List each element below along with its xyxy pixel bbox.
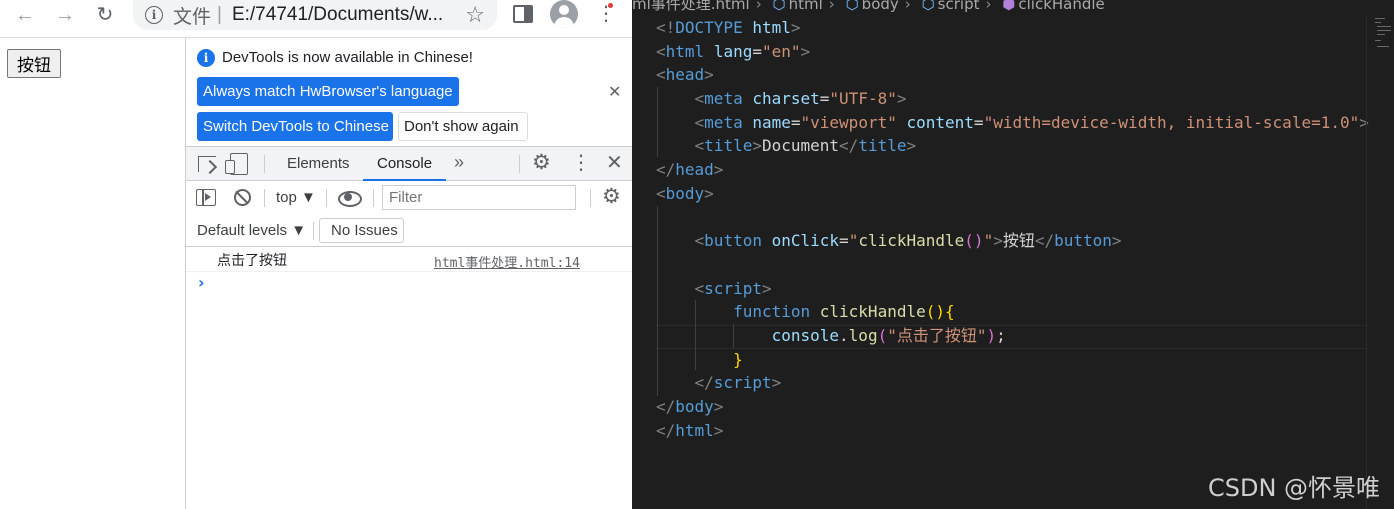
code-line: <html lang="en"> [656,41,811,61]
breadcrumb-file[interactable]: ml事件处理.html [632,0,750,13]
minimap[interactable] [1366,16,1394,509]
chevron-right-icon: › [828,0,835,13]
tab-elements[interactable]: Elements [287,147,350,180]
issues-button[interactable]: No Issues [319,218,404,243]
switch-language-button[interactable]: Switch DevTools to Chinese [197,112,393,141]
chevron-right-icon: › [904,0,911,13]
more-tabs-icon[interactable]: » [454,147,464,180]
context-selector[interactable]: top ▼ [276,181,316,214]
console-log-row: 点击了按钮 html事件处理.html:14 [186,247,632,272]
code-line: <title>Document</title> [694,136,917,156]
bookmark-star-icon[interactable]: ☆ [465,2,485,28]
console-log-source-link[interactable]: html事件处理.html:14 [434,252,580,271]
dont-show-again-button[interactable]: Don't show again [398,112,528,141]
divider [519,155,520,173]
devtools-tab-bar: Elements Console » ⚙ ⋮ ✕ [186,147,632,181]
browser-window: ← → ↻ i 文件 | E:/74741/Documents/w... ☆ ⋮… [0,0,632,509]
divider [590,189,591,207]
close-devtools-icon[interactable]: ✕ [606,150,623,176]
devtools-panel: i DevTools is now available in Chinese! … [185,38,632,509]
divider [264,155,265,173]
customize-kebab-icon[interactable]: ⋮ [571,150,591,176]
chevron-right-icon: › [755,0,762,13]
address-scheme-label: 文件 [173,6,212,28]
address-separator: | [217,4,222,25]
console-sidebar-icon[interactable] [196,189,216,206]
back-arrow-icon[interactable]: ← [10,4,40,26]
code-line: </script> [694,373,782,393]
address-bar[interactable]: i 文件 | E:/74741/Documents/w... ☆ [133,0,497,30]
console-filter-input[interactable] [382,185,576,210]
tab-console[interactable]: Console [363,147,447,181]
page-viewport: 按钮 [0,38,186,509]
code-line: <meta name="viewport" content="width=dev… [694,112,1369,132]
code-line: } [733,349,743,369]
match-language-button[interactable]: Always match HwBrowser's language [197,77,459,106]
update-dot-icon [608,3,613,8]
code-line: console.log("点击了按钮"); [771,325,1006,345]
inspect-element-icon[interactable] [198,156,216,172]
code-line: <button onClick="clickHandle()">按钮</butt… [694,231,1122,251]
console-log-message: 点击了按钮 [217,253,287,269]
clear-console-icon[interactable] [234,189,251,206]
divider [373,189,374,207]
breadcrumb-html[interactable]: html [789,0,823,13]
kebab-menu-icon[interactable]: ⋮ [596,0,616,28]
breadcrumb-script[interactable]: script [938,0,980,13]
console-prompt-chevron-icon[interactable]: › [198,273,205,292]
code-line: <!DOCTYPE html> [656,18,801,37]
code-line: <head> [656,65,714,85]
code-line: function clickHandle(){ [733,302,955,322]
breadcrumb: ml事件处理.html › ⬡ html › ⬡ body › ⬡ script › ⬢ cli… [632,0,1105,13]
breadcrumb-function[interactable]: clickHandle [1018,0,1104,13]
code-line: </html> [656,420,724,440]
cube-icon: ⬡ [921,0,935,13]
console-toolbar: top ▼ ⚙ [186,181,632,214]
divider [264,189,265,207]
info-icon: i [197,49,215,67]
forward-arrow-icon[interactable]: → [50,4,80,26]
divider [313,222,314,240]
code-line: <body> [656,183,714,203]
console-level-bar: Default levels ▼ No Issues [186,214,632,247]
code-editor: ml事件处理.html › ⬡ html › ⬡ body › ⬡ script › ⬢ cli… [632,0,1394,509]
cube-icon: ⬡ [845,0,859,13]
address-url[interactable]: E:/74741/Documents/w... [232,4,462,26]
live-expression-eye-icon[interactable] [338,188,362,207]
code-line: <meta charset="UTF-8"> [694,89,907,109]
code-lines[interactable]: <!DOCTYPE html> <html lang="en"> <head> <m… [656,16,1369,442]
code-line: </head> [656,160,724,180]
log-levels-dropdown[interactable]: Default levels ▼ [197,214,306,247]
reload-icon[interactable]: ↻ [90,4,120,26]
chevron-right-icon: › [985,0,992,13]
breadcrumb-body[interactable]: body [862,0,899,13]
language-infobar: i DevTools is now available in Chinese! … [186,38,632,147]
divider [326,189,327,207]
infobar-message: DevTools is now available in Chinese! [222,49,473,66]
device-toolbar-icon[interactable] [225,153,248,175]
profile-avatar-icon[interactable] [550,0,578,28]
side-panel-icon[interactable] [513,5,533,23]
close-icon[interactable]: ✕ [608,82,621,102]
console-settings-gear-icon[interactable]: ⚙ [602,184,621,210]
cube-icon: ⬡ [772,0,786,13]
code-line: </body> [656,397,724,416]
settings-gear-icon[interactable]: ⚙ [532,150,551,176]
code-line: <script> [694,278,772,298]
page-button[interactable]: 按钮 [7,49,61,78]
info-icon[interactable]: i [145,6,163,24]
symbol-method-icon: ⬢ [1002,0,1016,13]
watermark: CSDN @怀景唯 [1208,474,1381,502]
browser-toolbar: ← → ↻ i 文件 | E:/74741/Documents/w... ☆ ⋮ [0,0,632,38]
